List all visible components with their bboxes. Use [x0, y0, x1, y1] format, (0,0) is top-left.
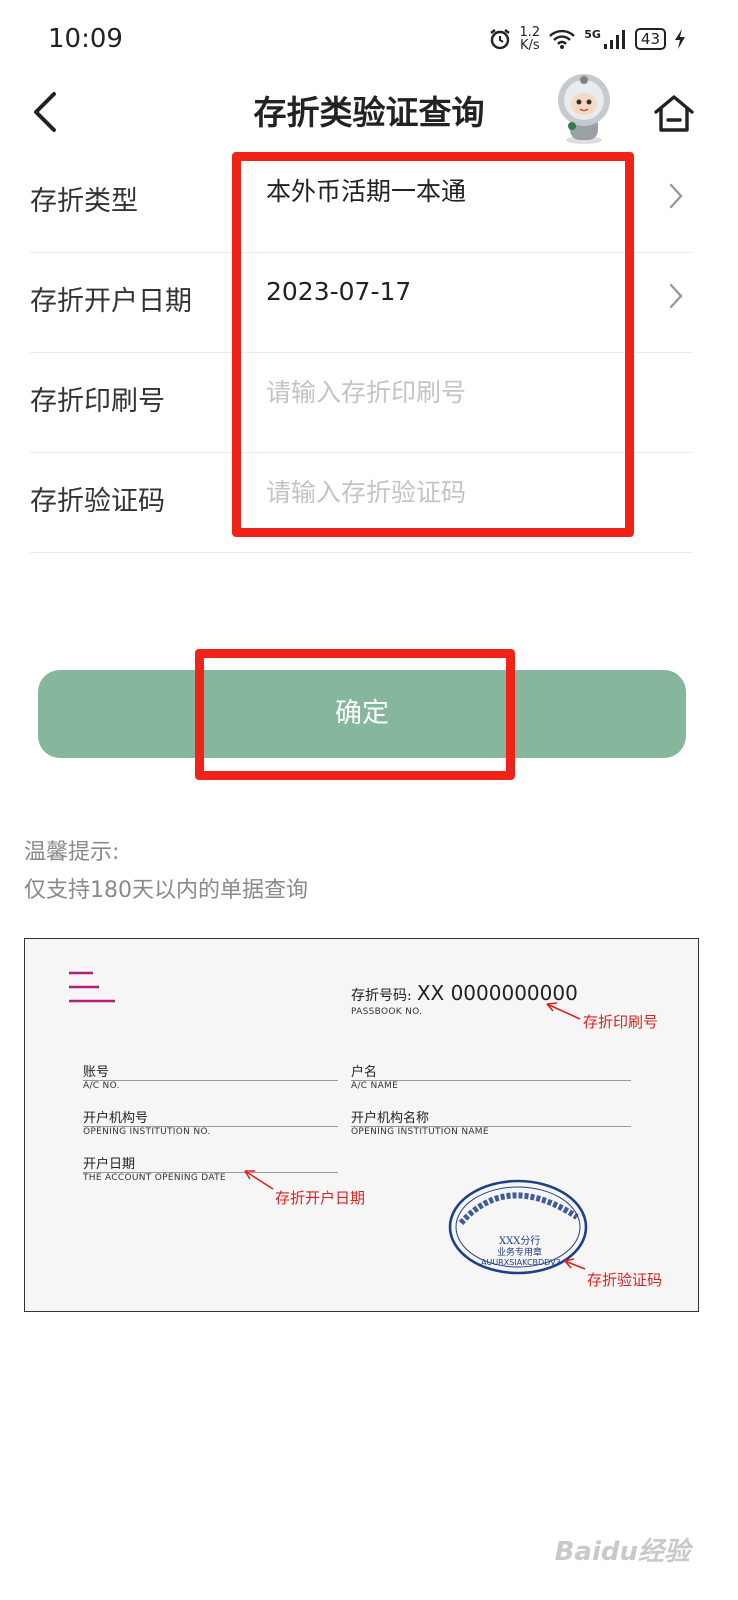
battery-icon: 43	[634, 28, 666, 50]
page-title: 存折类验证查询	[253, 93, 485, 132]
tips-title: 温馨提示:	[24, 840, 120, 865]
watermark: Baidu经验	[554, 1537, 690, 1567]
row-label: 存折验证码	[30, 486, 165, 517]
chevron-right-icon[interactable]	[668, 182, 684, 210]
row-label: 存折印刷号	[30, 386, 165, 417]
wifi-icon	[549, 29, 576, 49]
passbook-sample-image: 存折号码: XX 0000000000 PASSBOOK NO. 账号 A/C …	[24, 938, 699, 1312]
annotation-arrows	[244, 1002, 586, 1270]
tips-line: 仅支持180天以内的单据查询	[24, 878, 308, 903]
annotation-verify-code: 存折验证码	[587, 1271, 663, 1289]
net-speed-unit: K/s	[520, 38, 540, 53]
annotation-open-date: 存折开户日期	[275, 1189, 366, 1207]
row-label: 存折类型	[30, 186, 138, 217]
row-label: 存折开户日期	[30, 286, 192, 317]
signal-type: 5G	[584, 27, 601, 41]
chevron-right-icon[interactable]	[668, 282, 684, 310]
alarm-icon	[489, 29, 510, 50]
highlight-box-fields	[232, 152, 634, 537]
mascot-avatar[interactable]	[548, 70, 620, 146]
tips: 温馨提示: 仅支持180天以内的单据查询	[24, 834, 308, 910]
signal-icon	[603, 30, 625, 49]
status-icons: 1.2 K/s 5G 43	[488, 26, 686, 52]
status-time: 10:09	[48, 24, 123, 54]
charging-icon	[675, 29, 685, 49]
annotation-print-number: 存折印刷号	[583, 1013, 659, 1031]
net-speed: 1.2 K/s	[520, 26, 541, 52]
highlight-box-confirm	[195, 649, 515, 780]
home-icon[interactable]	[652, 92, 696, 134]
